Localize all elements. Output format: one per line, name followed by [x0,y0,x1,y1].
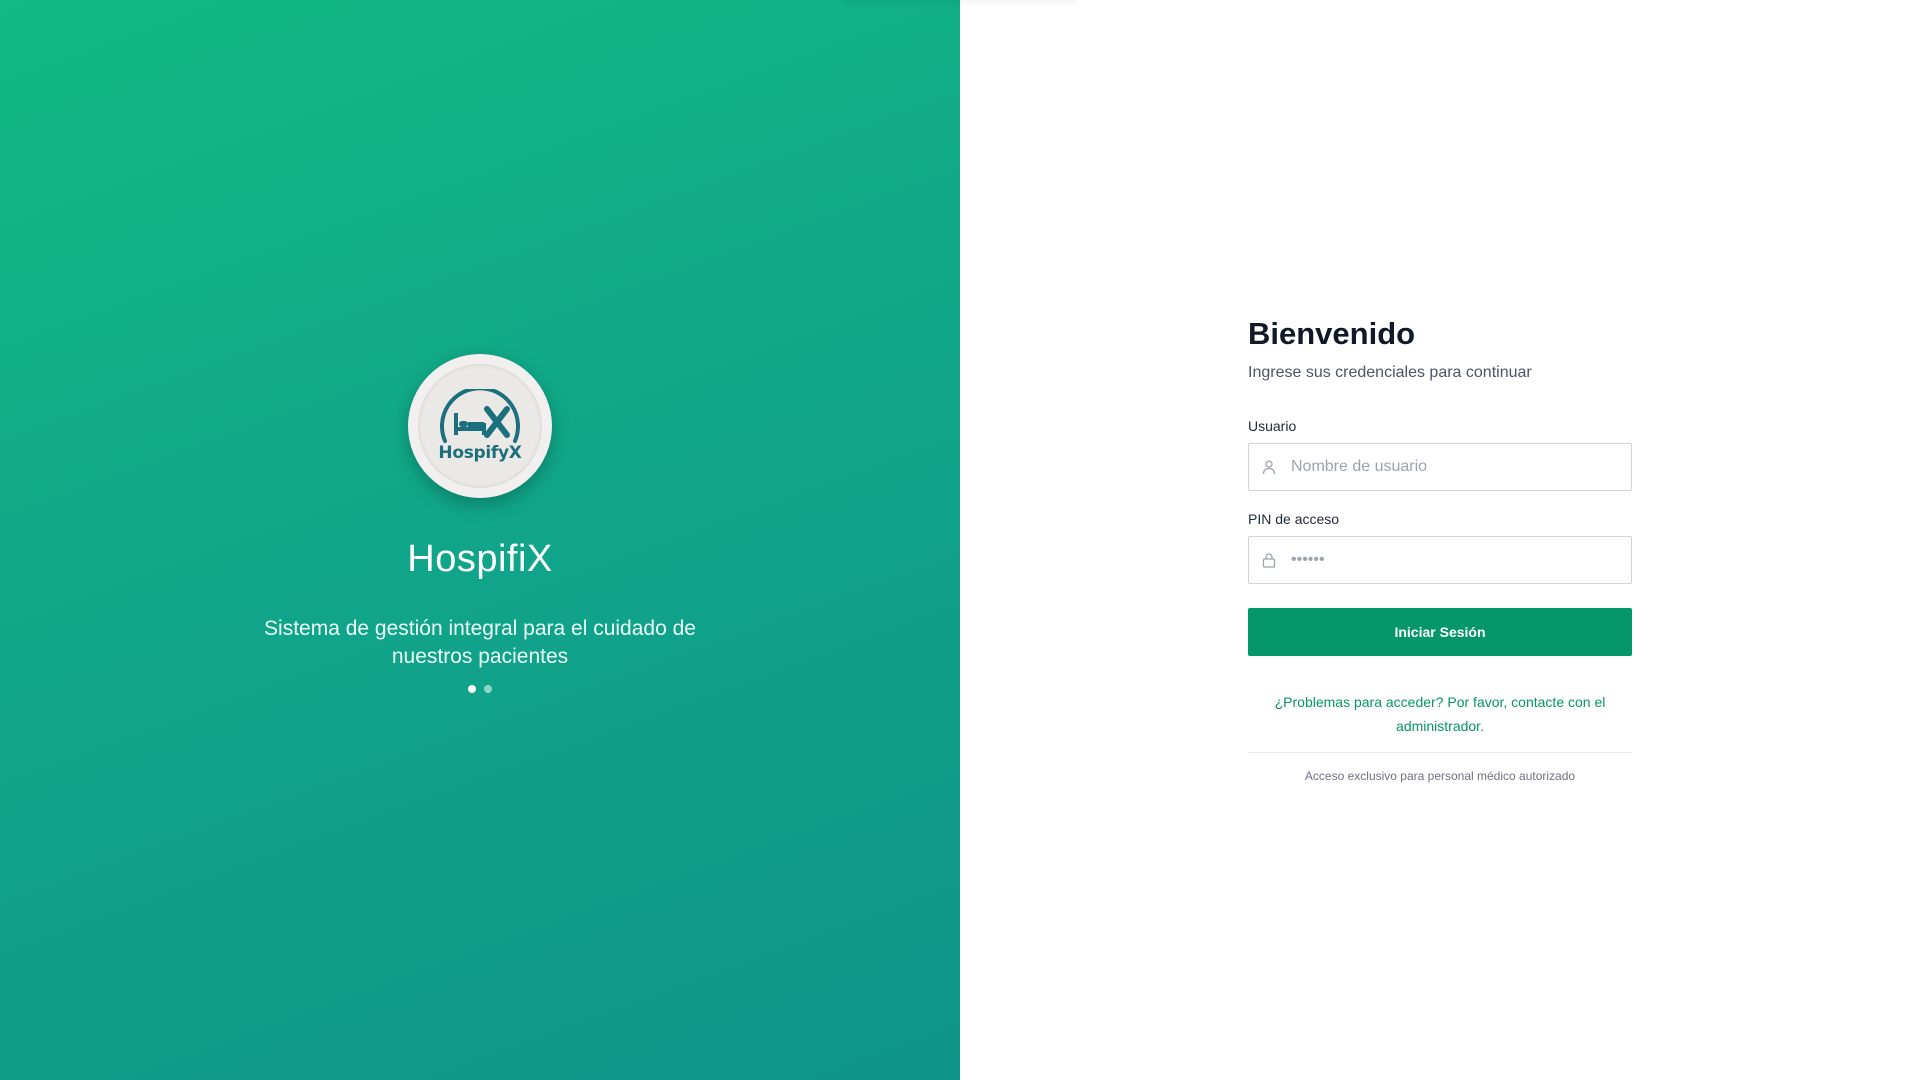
logo-wordmark: HospifyX [438,442,522,463]
pin-field-wrapper [1248,536,1632,584]
app-name: HospifiX [407,537,553,580]
username-label: Usuario [1248,418,1297,434]
pin-input[interactable] [1289,539,1631,581]
pin-label: PIN de acceso [1248,511,1340,527]
carousel-dot-2[interactable] [484,684,492,693]
logo-badge: HospifyX [418,363,542,488]
hero-panel: HospifyX HospifiX Sistema de gestión int… [0,0,1076,1080]
username-field-wrapper [1248,443,1632,491]
login-button[interactable]: Iniciar Sesión [1248,608,1632,656]
username-input[interactable] [1289,446,1631,488]
login-page: HospifyX HospifiX Sistema de gestión int… [0,0,1920,1080]
app-tagline: Sistema de gestión integral para el cuid… [264,616,696,668]
hospital-bed-icon [440,388,520,443]
carousel-indicators [468,684,492,693]
divider [1248,752,1632,753]
user-icon [1249,459,1289,475]
app-logo: HospifyX [408,353,552,498]
login-form: Bienvenido Ingrese sus credenciales para… [1248,316,1632,783]
page-subtitle: Ingrese sus credenciales para continuar [1248,364,1532,381]
lock-icon [1249,552,1289,568]
login-panel: Bienvenido Ingrese sus credenciales para… [960,0,1920,1080]
carousel-dot-1[interactable] [468,684,476,693]
help-contact-link[interactable]: ¿Problemas para acceder? Por favor, cont… [1248,690,1632,738]
access-notice: Acceso exclusivo para personal médico au… [1304,769,1576,783]
page-title: Bienvenido [1248,316,1416,351]
